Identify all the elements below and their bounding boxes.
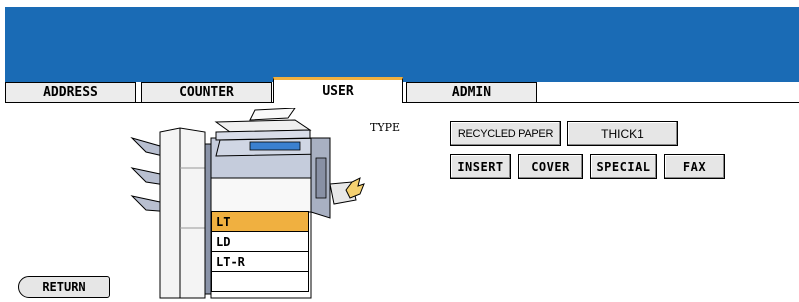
special-button[interactable]: SPECIAL bbox=[590, 154, 657, 179]
recycled-paper-button[interactable]: RECYCLED PAPER bbox=[450, 121, 561, 146]
thick1-button[interactable]: THICK1 bbox=[567, 121, 678, 146]
drawer-4[interactable] bbox=[211, 271, 309, 292]
return-button[interactable]: RETURN bbox=[18, 276, 110, 298]
type-label: TYPE bbox=[370, 121, 401, 134]
drawer-3[interactable]: LT-R bbox=[211, 251, 309, 272]
insert-button[interactable]: INSERT bbox=[450, 154, 511, 179]
tab-address[interactable]: ADDRESS bbox=[5, 82, 136, 102]
tab-admin[interactable]: ADMIN bbox=[406, 82, 537, 102]
fax-button[interactable]: FAX bbox=[664, 154, 725, 179]
drawer-1[interactable]: LT bbox=[211, 211, 309, 232]
tab-counter[interactable]: COUNTER bbox=[141, 82, 272, 102]
header-bar bbox=[5, 7, 799, 82]
tab-user[interactable]: USER bbox=[273, 77, 403, 103]
cover-button[interactable]: COVER bbox=[518, 154, 583, 179]
drawer-2[interactable]: LD bbox=[211, 231, 309, 252]
